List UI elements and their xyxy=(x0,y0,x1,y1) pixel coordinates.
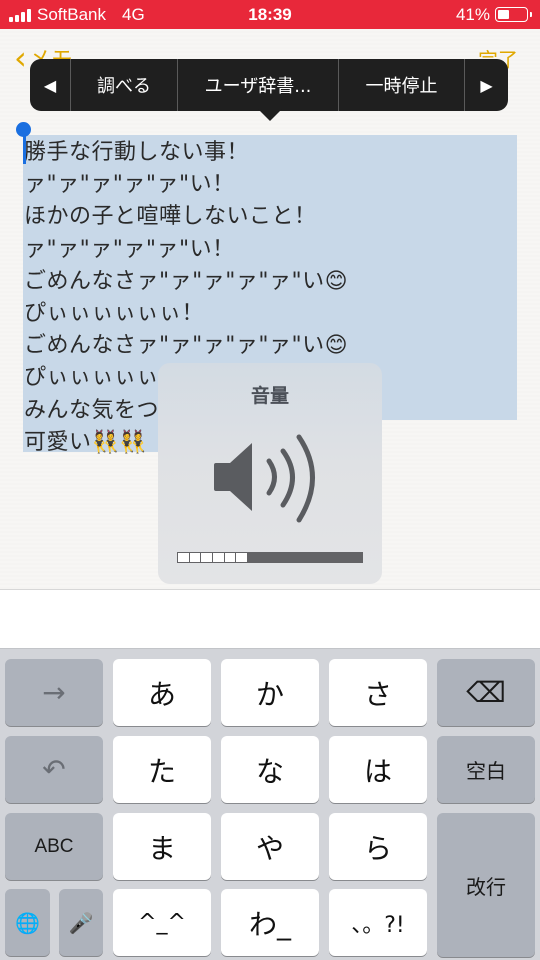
key-ra[interactable]: ら xyxy=(329,813,427,880)
volume-step xyxy=(236,553,248,562)
edit-menu-pause[interactable]: 一時停止 xyxy=(339,59,465,111)
edit-menu-user-dictionary[interactable]: ユーザ辞書... xyxy=(178,59,339,111)
space-key[interactable]: 空白 xyxy=(437,736,535,803)
triangle-left-icon: ◀ xyxy=(43,75,57,95)
edit-menu: ◀ 調べる ユーザ辞書... 一時停止 ▶ xyxy=(30,59,508,111)
note-line: 勝手な行動しない事！ xyxy=(24,140,250,165)
mic-key[interactable]: 🎤 xyxy=(59,889,103,956)
delete-key[interactable]: ⌫ xyxy=(437,659,535,726)
key-ya[interactable]: や xyxy=(221,813,319,880)
battery-icon xyxy=(495,7,532,22)
edit-menu-pointer xyxy=(258,109,282,121)
punctuation-key[interactable]: 、。?! xyxy=(329,889,427,956)
volume-level-fill xyxy=(178,553,248,562)
note-line: ほかの子と喧嘩しないこと！ xyxy=(24,204,317,230)
key-na[interactable]: な xyxy=(221,736,319,803)
volume-level-bar xyxy=(177,552,363,563)
return-key[interactable]: 改行 xyxy=(437,813,535,957)
edit-menu-prev-button[interactable]: ◀ xyxy=(30,59,71,111)
note-line: ごめんなさァ"ァ"ァ"ァ"ァ"い😊 xyxy=(24,268,349,294)
key-ka[interactable]: か xyxy=(221,659,319,726)
key-ma[interactable]: ま xyxy=(113,813,211,880)
status-bar: SoftBank 4G 18:39 41% xyxy=(0,0,540,29)
volume-step xyxy=(189,553,201,562)
key-ta[interactable]: た xyxy=(113,736,211,803)
note-line: ァ"ァ"ァ"ァ"ァ"い！ xyxy=(24,236,235,262)
edit-menu-next-button[interactable]: ▶ xyxy=(465,59,508,111)
battery-fill xyxy=(498,10,510,19)
emoticon-key[interactable]: ^_^ xyxy=(113,889,211,956)
volume-title: 音量 xyxy=(250,385,289,407)
next-candidate-key[interactable]: → xyxy=(5,659,103,726)
undo-key[interactable]: ↶ xyxy=(5,736,103,803)
key-ha[interactable]: は xyxy=(329,736,427,803)
edit-menu-lookup[interactable]: 調べる xyxy=(71,59,178,111)
note-line: ごめんなさァ"ァ"ァ"ァ"ァ"い😊 xyxy=(24,333,349,359)
speaker-icon xyxy=(214,434,315,523)
battery-nub xyxy=(530,12,532,17)
note-line: ァ"ァ"ァ"ァ"ァ"い！ xyxy=(24,172,235,198)
key-wa[interactable]: わ_ xyxy=(221,889,319,956)
volume-step xyxy=(201,553,213,562)
key-sa[interactable]: さ xyxy=(329,659,427,726)
selection-start-handle[interactable] xyxy=(16,122,31,137)
key-a[interactable]: あ xyxy=(113,659,211,726)
volume-step xyxy=(224,553,236,562)
volume-step xyxy=(213,553,224,562)
volume-hud: 音量 xyxy=(158,363,382,584)
note-line: ぴぃぃぃぃぃぃ！ xyxy=(24,300,205,326)
abc-key[interactable]: ABC xyxy=(5,813,103,880)
volume-step xyxy=(178,553,189,562)
globe-key[interactable]: 🌐 xyxy=(5,889,50,956)
battery-percent: 41% xyxy=(455,5,490,24)
keyboard-candidate-bar xyxy=(0,590,540,648)
japanese-kana-keyboard: → あかさ ⌫ ↶ たなは空白 ABC まやら改行 🌐 🎤 ^_^ わ_、。?! xyxy=(0,648,540,960)
chevron-left-icon: ‹ xyxy=(14,39,27,77)
triangle-right-icon: ▶ xyxy=(480,75,493,95)
